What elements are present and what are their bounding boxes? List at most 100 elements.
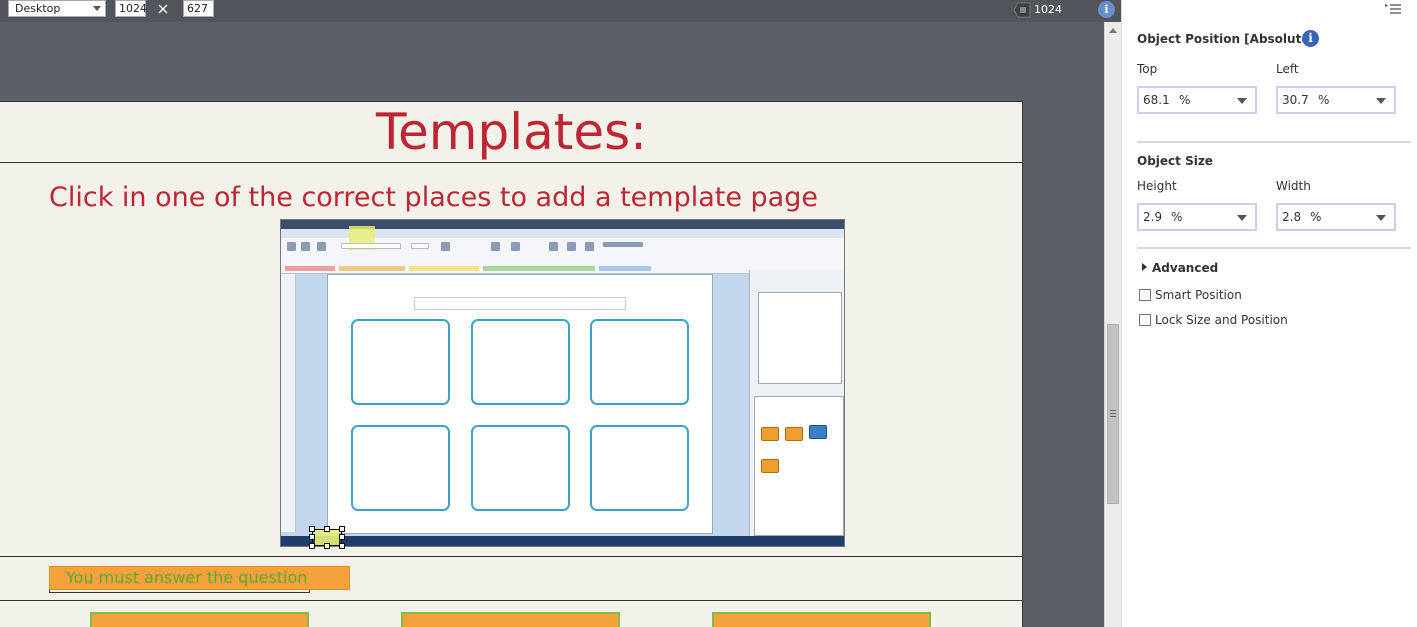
width-field[interactable]: 2.8 % <box>1276 203 1396 231</box>
template-cell <box>471 425 570 511</box>
computer-icon <box>809 425 827 439</box>
object-size-title: Object Size <box>1137 154 1213 168</box>
info-icon[interactable]: i <box>1302 30 1319 47</box>
resize-handle[interactable] <box>339 534 345 540</box>
text-symbol-size-group <box>409 266 479 271</box>
height-value: 2.9 <box>1143 210 1163 224</box>
align-icons <box>603 242 643 247</box>
title-divider <box>0 162 1022 163</box>
font-grow-icon <box>441 242 450 251</box>
template-cell <box>351 319 450 405</box>
screenshot-tools-strip <box>281 274 296 532</box>
resize-handle[interactable] <box>339 526 345 532</box>
lock-size-label: Lock Size and Position <box>1155 313 1288 327</box>
resource-library <box>754 396 844 536</box>
top-label: Top <box>1137 62 1158 76</box>
panel-menu-icon[interactable] <box>1384 3 1402 15</box>
symbols-group <box>483 266 595 271</box>
resize-handle[interactable] <box>339 543 345 549</box>
width-input[interactable]: 1024 <box>115 0 147 17</box>
template-cell <box>471 319 570 405</box>
chevron-down-icon[interactable] <box>1237 215 1247 221</box>
object-position-title: Object Position [Absolute] <box>1137 32 1315 46</box>
chevron-down-icon[interactable] <box>1376 215 1386 221</box>
close-icon[interactable] <box>156 2 170 16</box>
cut-icon <box>287 242 296 251</box>
caption-outline <box>49 590 310 593</box>
answer-button[interactable] <box>90 612 309 627</box>
chevron-down-icon[interactable] <box>1376 98 1386 104</box>
left-unit: % <box>1318 93 1330 107</box>
template-cell <box>590 319 689 405</box>
page-header-box <box>414 297 626 310</box>
answers-divider <box>0 600 1022 601</box>
ruler-handle-icon[interactable] <box>1012 1 1032 19</box>
lock-size-option[interactable]: Lock Size and Position <box>1139 313 1288 327</box>
colours-icon <box>585 242 594 251</box>
stage-scrollbar[interactable] <box>1104 22 1121 627</box>
scroll-up-icon[interactable] <box>1109 28 1117 33</box>
screenshot-ribbon <box>281 226 844 274</box>
advanced-label: Advanced <box>1152 261 1219 275</box>
device-select[interactable]: Desktop <box>8 0 106 17</box>
left-value: 30.7 <box>1282 93 1309 107</box>
left-label: Left <box>1276 62 1299 76</box>
chevron-down-icon[interactable] <box>1237 98 1247 104</box>
symbol-icon <box>491 242 500 251</box>
height-field[interactable]: 2.9 % <box>1137 203 1257 231</box>
width-label: Width <box>1276 179 1311 193</box>
template-page <box>327 274 713 534</box>
qualifiers-icon <box>511 242 520 251</box>
resize-handle[interactable] <box>309 534 315 540</box>
resize-handle[interactable] <box>324 543 330 549</box>
size-box-icon <box>411 243 429 249</box>
section-divider <box>1137 141 1411 143</box>
chevron-down-icon <box>93 6 101 11</box>
paragraph-group <box>599 266 651 271</box>
answer-button[interactable] <box>401 612 620 627</box>
slide-title: Templates: <box>375 103 648 161</box>
slide-canvas: Templates: Click in one of the correct p… <box>0 101 1023 627</box>
expand-arrow-icon <box>1142 263 1147 271</box>
top-field[interactable]: 68.1 % <box>1137 86 1257 114</box>
slide-subtitle: Click in one of the correct places to ad… <box>49 182 818 213</box>
info-icon[interactable]: i <box>1098 1 1115 18</box>
width-value: 2.8 <box>1282 210 1302 224</box>
folder-icon <box>761 427 779 441</box>
height-input[interactable]: 627 <box>183 0 214 17</box>
top-value: 68.1 <box>1143 93 1170 107</box>
font-group <box>339 266 405 271</box>
screenshot-statusbar <box>281 536 844 546</box>
smart-position-label: Smart Position <box>1155 288 1242 302</box>
resize-handle[interactable] <box>324 526 330 532</box>
template-cell <box>590 425 689 511</box>
left-field[interactable]: 30.7 % <box>1276 86 1396 114</box>
width-unit: % <box>1310 210 1322 224</box>
font-box-icon <box>341 243 401 249</box>
show-icon <box>549 242 558 251</box>
embedded-screenshot[interactable] <box>280 219 845 547</box>
clipboard-group <box>285 266 335 271</box>
symbol-chooser-box <box>758 292 842 384</box>
grip-icon <box>1110 410 1116 417</box>
resize-handle[interactable] <box>309 526 315 532</box>
skin-icon <box>567 242 576 251</box>
top-unit: % <box>1179 93 1191 107</box>
content-divider <box>0 556 1022 557</box>
folder-icon <box>785 427 803 441</box>
smart-position-checkbox[interactable] <box>1139 289 1151 301</box>
answer-button[interactable] <box>712 612 931 627</box>
section-divider <box>1137 247 1411 249</box>
folder-icon <box>761 459 779 473</box>
symbol-chooser-pane <box>749 270 844 540</box>
copy-icon <box>301 242 310 251</box>
paste-icon <box>317 242 326 251</box>
ruler-width-label: 1024 <box>1034 3 1062 16</box>
lock-size-checkbox[interactable] <box>1139 314 1151 326</box>
advanced-toggle[interactable]: Advanced <box>1142 261 1218 275</box>
height-unit: % <box>1171 210 1183 224</box>
smart-position-option[interactable]: Smart Position <box>1139 288 1242 302</box>
device-select-value: Desktop <box>15 2 61 15</box>
height-label: Height <box>1137 179 1177 193</box>
resize-handle[interactable] <box>309 543 315 549</box>
